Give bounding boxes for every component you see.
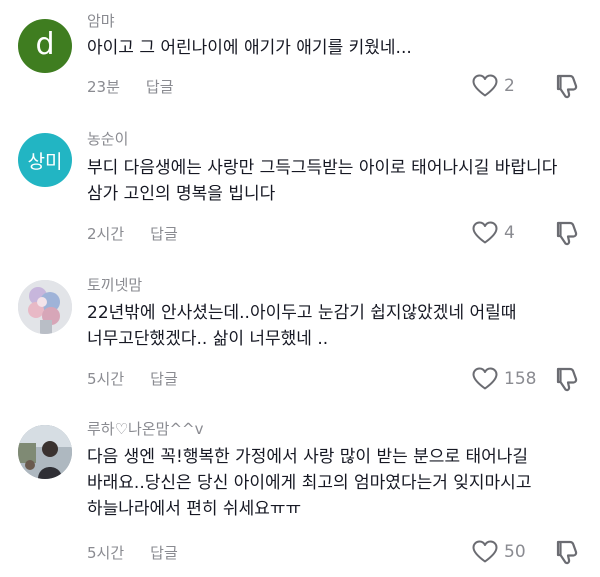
thumbs-down-outline-icon bbox=[556, 74, 578, 99]
comment-text: 22년밖에 안사셨는데..아이두고 눈감기 쉽지않았겠네 어릴때 너무고단했겠다… bbox=[87, 300, 587, 352]
avatar[interactable] bbox=[18, 280, 72, 334]
comment-time: 2시간 bbox=[87, 225, 125, 243]
comment-time: 5시간 bbox=[87, 544, 125, 562]
avatar-letter: d bbox=[35, 26, 55, 62]
like-count: 2 bbox=[504, 76, 515, 96]
comment-text-line: 하늘나라에서 편히 쉬세요ㅠㅠ bbox=[87, 499, 302, 519]
dislike-button[interactable] bbox=[553, 365, 581, 393]
like-count: 50 bbox=[504, 542, 526, 562]
heart-outline-icon bbox=[472, 221, 498, 244]
comment-text: 부디 다음생에는 사랑만 그득그득받는 아이로 태어나시길 바랍니다 삼가 고인… bbox=[87, 155, 587, 207]
heart-outline-icon bbox=[472, 540, 498, 563]
comment-time: 23분 bbox=[87, 78, 120, 96]
comment-text-line: 아이고 그 어린나이에 애기가 애기를 키웠네... bbox=[87, 38, 412, 58]
comment-text-line: 너무고단했겠다.. 삶이 너무했네 .. bbox=[87, 329, 329, 349]
heart-outline-icon bbox=[472, 74, 498, 97]
comment-text-line: 바래요..당신은 당신 아이에게 최고의 엄마였다는거 잊지마시고 bbox=[87, 473, 532, 493]
comment-meta: 5시간 답글 bbox=[87, 542, 178, 563]
comment-text-line: 부디 다음생에는 사랑만 그득그득받는 아이로 태어나시길 바랍니다 bbox=[87, 158, 558, 178]
comment-text-line: 22년밖에 안사셨는데..아이두고 눈감기 쉽지않았겠네 어릴때 bbox=[87, 303, 517, 323]
like-button[interactable]: 4 bbox=[472, 221, 515, 245]
heart-outline-icon bbox=[472, 367, 498, 390]
avatar-flower-image bbox=[18, 280, 72, 334]
avatar-letter: 상미 bbox=[27, 150, 63, 173]
like-count: 4 bbox=[504, 223, 515, 243]
comment-username[interactable]: 루하♡나온맘^^v bbox=[87, 418, 203, 439]
comment-time: 5시간 bbox=[87, 370, 125, 388]
reply-button[interactable]: 답글 bbox=[146, 76, 174, 97]
like-button[interactable]: 50 bbox=[472, 540, 526, 564]
reply-button[interactable]: 답글 bbox=[150, 223, 178, 244]
avatar[interactable] bbox=[18, 425, 72, 479]
comment-text: 다음 생엔 꼭!행복한 가정에서 사랑 많이 받는 분으로 태어나길 바래요..… bbox=[87, 444, 587, 522]
like-button[interactable]: 158 bbox=[472, 367, 536, 391]
comment-meta: 2시간 답글 bbox=[87, 223, 178, 244]
avatar[interactable]: 상미 bbox=[18, 133, 72, 187]
thumbs-down-outline-icon bbox=[556, 221, 578, 246]
comment-text-line: 삼가 고인의 명복을 빕니다 bbox=[87, 184, 276, 204]
reply-button[interactable]: 답글 bbox=[150, 542, 178, 563]
dislike-button[interactable] bbox=[553, 538, 581, 566]
like-button[interactable]: 2 bbox=[472, 74, 515, 98]
dislike-button[interactable] bbox=[553, 72, 581, 100]
comment-text: 아이고 그 어린나이에 애기가 애기를 키웠네... bbox=[87, 35, 587, 61]
comment-username[interactable]: 토끼넷맘 bbox=[87, 274, 142, 295]
thumbs-down-outline-icon bbox=[556, 367, 578, 392]
thumbs-down-outline-icon bbox=[556, 540, 578, 565]
avatar-person-image bbox=[18, 425, 72, 479]
reply-button[interactable]: 답글 bbox=[150, 368, 178, 389]
comment-meta: 23분 답글 bbox=[87, 76, 174, 97]
dislike-button[interactable] bbox=[553, 219, 581, 247]
comment-text-line: 다음 생엔 꼭!행복한 가정에서 사랑 많이 받는 분으로 태어나길 bbox=[87, 447, 529, 467]
like-count: 158 bbox=[504, 369, 537, 389]
comment-username[interactable]: 농순이 bbox=[87, 128, 128, 149]
comment-username[interactable]: 암먀 bbox=[87, 10, 115, 31]
comment-meta: 5시간 답글 bbox=[87, 368, 178, 389]
avatar[interactable]: d bbox=[18, 19, 72, 73]
